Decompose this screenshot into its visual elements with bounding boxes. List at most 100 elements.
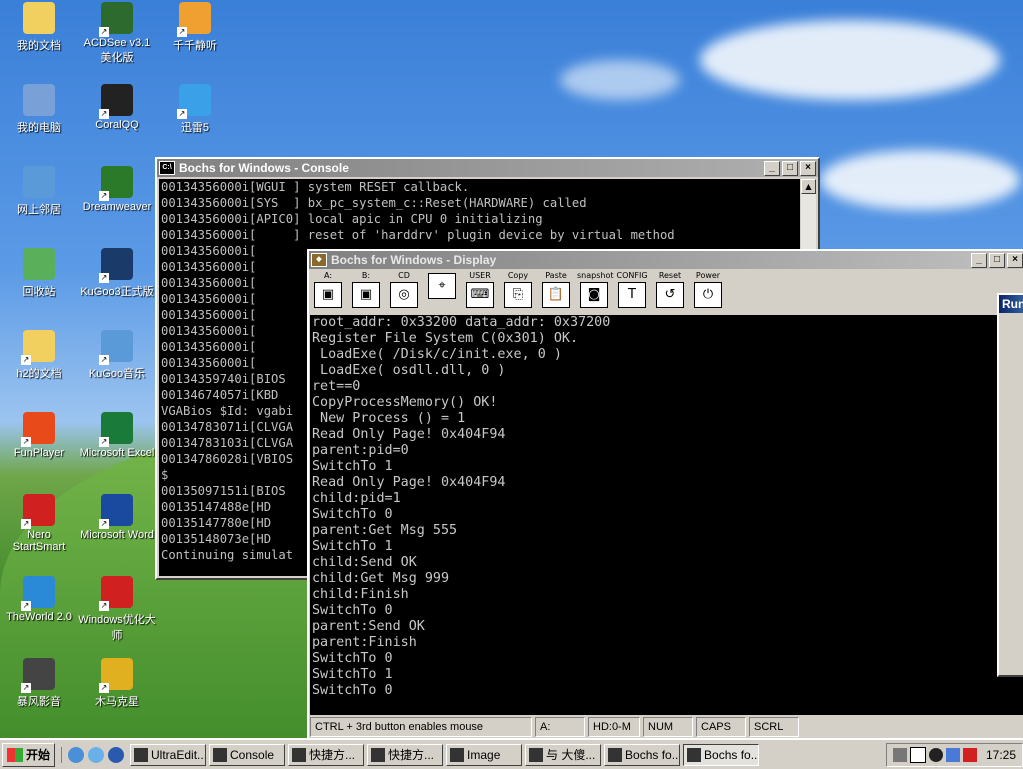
desktop-icon[interactable]: 我的电脑: [0, 84, 78, 135]
run-window-title: Run: [999, 295, 1023, 313]
funplayer-icon: [21, 412, 55, 447]
desktop-icon[interactable]: 迅雷5: [156, 84, 234, 135]
acdsee-icon: [99, 2, 133, 37]
console-line: 00134356000i[SYS ] bx_pc_system_c::Reset…: [161, 196, 587, 210]
desktop-icon[interactable]: KuGoo3正式版: [78, 248, 156, 299]
mouse-icon: ⌖: [428, 273, 456, 299]
paste-button[interactable]: Paste 📋: [539, 271, 573, 311]
desktop-icon[interactable]: 木马克星: [78, 658, 156, 709]
desktop-icon[interactable]: 暴风影音: [0, 658, 78, 709]
floppy-b-button[interactable]: B: ▣: [349, 271, 383, 311]
network-tray-icon[interactable]: [945, 747, 960, 762]
user-keyboard-button[interactable]: USER ⌨: [463, 271, 497, 311]
windows-optimizer-icon: [99, 576, 133, 611]
my-documents-folder-icon: [23, 2, 55, 34]
desktop-icon[interactable]: CoralQQ: [78, 84, 156, 131]
taskbar-button[interactable]: Image: [446, 743, 523, 766]
taskbar-button[interactable]: 快捷方...: [367, 743, 444, 766]
reset-button[interactable]: Reset ↺: [653, 271, 687, 311]
desktop-icon[interactable]: Microsoft Excel: [78, 412, 156, 459]
desktop-icon-label: KuGoo3正式版: [80, 286, 154, 298]
console-titlebar[interactable]: C:\ Bochs for Windows - Console _ □ ×: [157, 159, 818, 177]
taskbar-button[interactable]: Bochs fo...: [683, 743, 760, 766]
desktop-icon-label: 迅雷5: [180, 122, 210, 134]
maximize-button[interactable]: □: [782, 160, 798, 176]
taskbar-button[interactable]: UltraEdit...: [130, 743, 207, 766]
clock: 17:25: [985, 747, 1016, 762]
desktop-icon-label: ACDSee v3.1 美化版: [83, 37, 151, 64]
desktop-icon[interactable]: Microsoft Word: [78, 494, 156, 541]
minimize-button[interactable]: _: [971, 252, 987, 268]
desktop-icon[interactable]: Nero StartSmart: [0, 494, 78, 553]
screen-line: SwitchTo 0: [312, 683, 393, 698]
desktop-icon[interactable]: 回收站: [0, 248, 78, 299]
toolbar-label: snapshot: [577, 271, 614, 280]
run-window[interactable]: Run: [997, 293, 1023, 677]
display-titlebar[interactable]: ◆ Bochs for Windows - Display _ □ ×: [309, 251, 1023, 269]
screen-line: SwitchTo 0: [312, 651, 393, 666]
status-field: NUM: [643, 717, 693, 737]
dreamweaver-icon: [99, 166, 133, 201]
cdrom-button[interactable]: CD ◎: [387, 271, 421, 311]
quick-launch: [61, 746, 125, 763]
scroll-up-arrow-icon[interactable]: ▲: [801, 179, 816, 194]
minimize-button[interactable]: _: [764, 160, 780, 176]
console-line: 00134356000i[WGUI ] system RESET callbac…: [161, 180, 470, 194]
taskbar-button[interactable]: Bochs fo...: [604, 743, 681, 766]
taskbar-button[interactable]: Console: [209, 743, 286, 766]
thunder-icon: [177, 84, 211, 119]
taskbar: 开始 UltraEdit... Console 快捷方... 快捷方... Image 与…: [0, 738, 1023, 769]
power-icon: ⏻: [694, 282, 722, 308]
toolbar-label: B:: [361, 271, 371, 280]
config-tools-button[interactable]: CONFIG T: [615, 271, 649, 311]
antivirus-tray-icon[interactable]: [962, 747, 977, 762]
desktop-icon[interactable]: ACDSee v3.1 美化版: [78, 2, 156, 65]
copy-button[interactable]: Copy ⎘: [501, 271, 535, 311]
power-button[interactable]: Power ⏻: [691, 271, 725, 311]
excel-icon: [99, 412, 133, 447]
desktop-icon[interactable]: TheWorld 2.0: [0, 576, 78, 623]
desktop-icon[interactable]: Dreamweaver: [78, 166, 156, 213]
desktop-icon[interactable]: 千千静听: [156, 2, 234, 53]
desktop-icon[interactable]: KuGoo音乐: [78, 330, 156, 381]
desktop-icon[interactable]: FunPlayer: [0, 412, 78, 459]
desktop-icon-label: KuGoo音乐: [88, 368, 146, 380]
screen-line: child:Finish: [312, 587, 409, 602]
mouse-button[interactable]: ⌖: [425, 271, 459, 311]
display-window[interactable]: ◆ Bochs for Windows - Display _ □ × A: ▣ B…: [307, 249, 1023, 741]
screen-line: LoadExe( osdll.dll, 0 ): [312, 363, 506, 378]
taskbar-button[interactable]: 快捷方...: [288, 743, 365, 766]
help-tray-icon[interactable]: [909, 746, 926, 763]
bochs-toolbar: A: ▣ B: ▣ CD ◎ ⌖ USER ⌨ Copy ⎘ Paste 📋 snapshot ◙ CONFI…: [309, 269, 1023, 315]
close-button[interactable]: ×: [1007, 252, 1023, 268]
media-quicklaunch-icon[interactable]: [108, 746, 125, 763]
console-line: 00134356000i[ ] reset of 'harddrv' plugi…: [161, 228, 675, 242]
floppy-a-button[interactable]: A: ▣: [311, 271, 345, 311]
browser-quicklaunch-icon[interactable]: [88, 746, 105, 763]
h2-documents-folder-icon: [21, 330, 55, 365]
desktop-icon[interactable]: Windows优化大师: [78, 576, 156, 643]
desktop-icon[interactable]: 我的文档: [0, 2, 78, 53]
status-field: CAPS: [696, 717, 746, 737]
close-button[interactable]: ×: [800, 160, 816, 176]
emulator-screen[interactable]: root_addr: 0x33200 data_addr: 0x37200 Reg…: [310, 315, 1023, 715]
toolbar-label: USER: [469, 271, 491, 280]
start-button[interactable]: 开始: [2, 742, 56, 767]
desktop-icon[interactable]: h2的文档: [0, 330, 78, 381]
snapshot-camera-button[interactable]: snapshot ◙: [577, 271, 614, 311]
screen-line: SwitchTo 1: [312, 667, 393, 682]
screen-line: SwitchTo 1: [312, 539, 393, 554]
screen-line: root_addr: 0x33200 data_addr: 0x37200: [312, 315, 611, 330]
taskbar-button-label: 快捷方...: [388, 748, 435, 762]
screen-line: LoadExe( /Disk/c/init.exe, 0 ): [312, 347, 562, 362]
config-tools-icon: T: [618, 282, 646, 308]
taskbar-button[interactable]: 与 大傻...: [525, 743, 602, 766]
maximize-button[interactable]: □: [989, 252, 1005, 268]
ie-quicklaunch-icon[interactable]: [68, 746, 85, 763]
console-line: 00134356000i[APIC0] local apic in CPU 0 …: [161, 212, 543, 226]
toolbar-label: Copy: [507, 271, 529, 280]
toolbar-label: Reset: [658, 271, 682, 280]
desktop-icon[interactable]: 网上邻居: [0, 166, 78, 217]
keyboard-tray-icon[interactable]: [892, 747, 907, 762]
qq-tray-icon[interactable]: [928, 747, 943, 762]
